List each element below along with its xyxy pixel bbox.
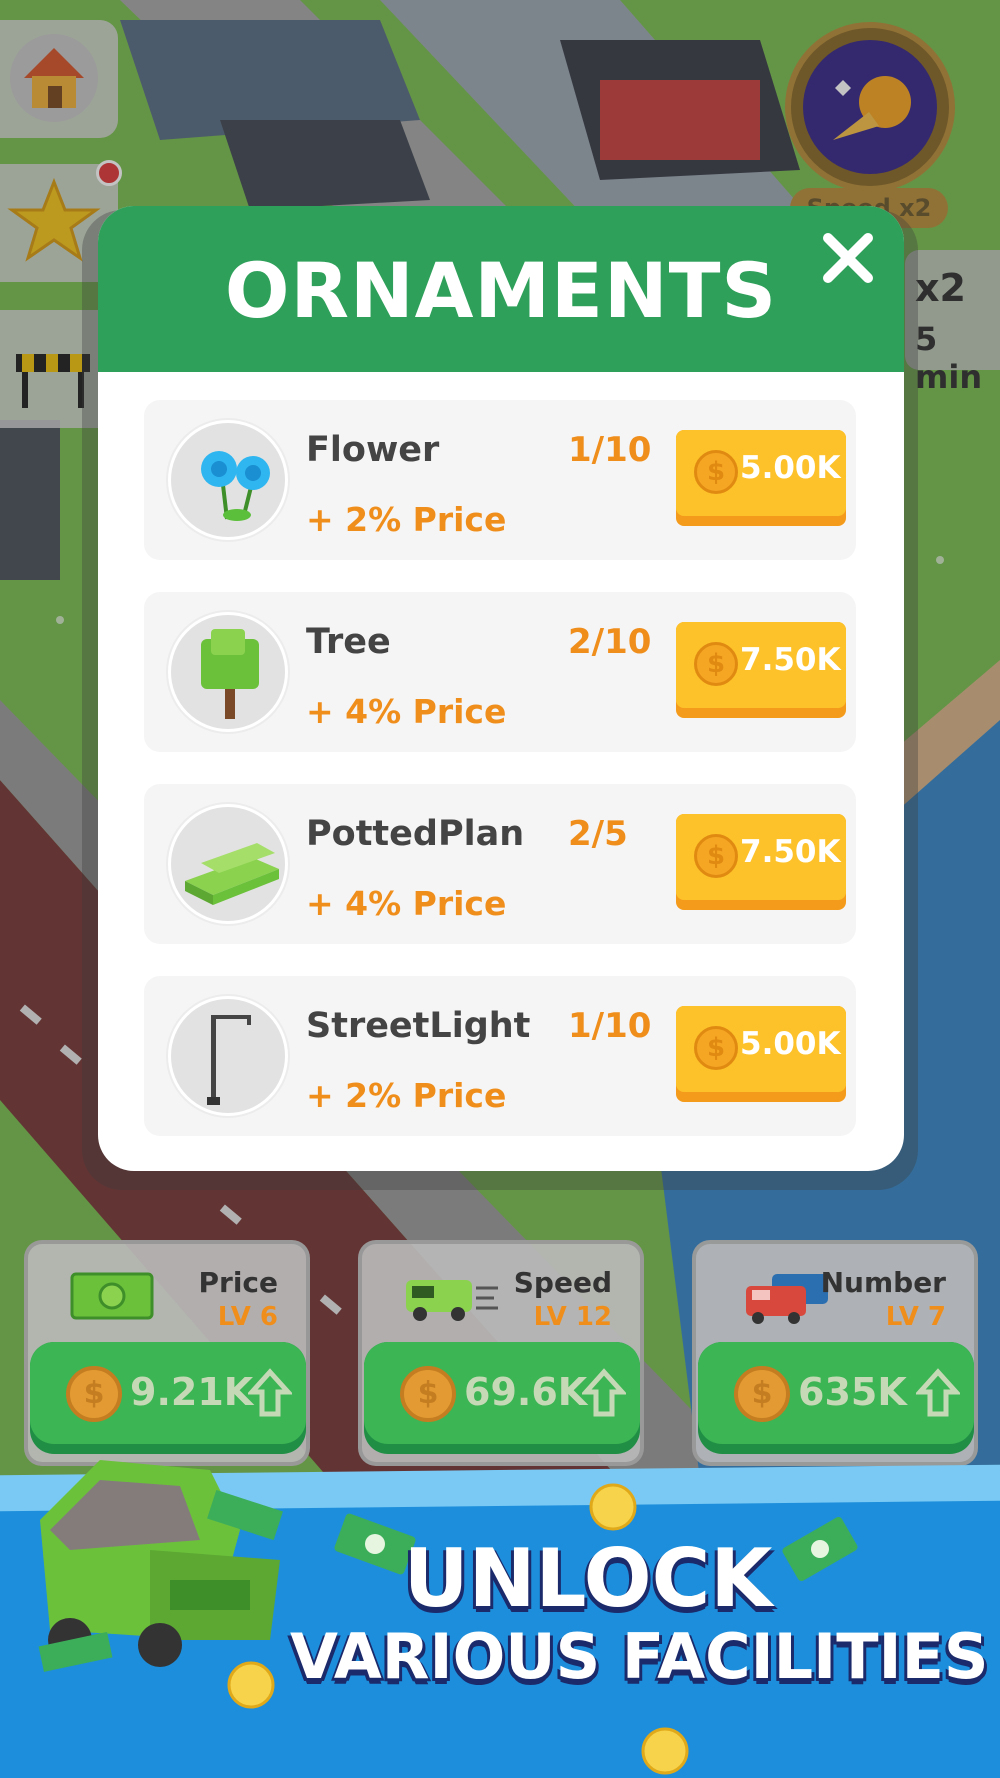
- ornament-row-flower: Flower 1/10 + 2% Price $ 5.00K: [144, 400, 856, 560]
- item-level: 2/5: [568, 814, 628, 854]
- arrow-up-icon: [916, 1368, 960, 1417]
- coin-icon: [227, 1661, 275, 1709]
- item-name: StreetLight: [306, 1006, 531, 1046]
- buy-cost: 5.00K: [740, 1026, 841, 1062]
- promo-subheadline: VARIOUS FACILITIES: [290, 1620, 989, 1693]
- item-bonus: + 2% Price: [306, 1076, 507, 1115]
- buy-cost: 7.50K: [740, 642, 841, 678]
- item-level: 1/10: [568, 430, 652, 470]
- street-light-icon: [168, 996, 288, 1116]
- upgrade-panel-number: Number LV 7 $ 635K: [692, 1240, 978, 1466]
- upgrade-speed-button[interactable]: $ 69.6K: [364, 1342, 640, 1454]
- buy-button-face: $ 5.00K: [676, 430, 846, 516]
- item-level: 2/10: [568, 622, 652, 662]
- coin-icon: [589, 1483, 637, 1531]
- upgrade-level: LV 12: [533, 1302, 612, 1332]
- upgrade-title: Number: [820, 1266, 946, 1299]
- ornament-row-pottedplan: PottedPlan 2/5 + 4% Price $ 7.50K: [144, 784, 856, 944]
- item-bonus: + 4% Price: [306, 884, 507, 923]
- coin-icon: $: [694, 834, 738, 878]
- cash-icon: [70, 1272, 154, 1320]
- item-level: 1/10: [568, 1006, 652, 1046]
- coin-icon: [641, 1727, 689, 1775]
- upgrade-title: Price: [198, 1266, 278, 1299]
- close-icon: [823, 233, 873, 283]
- buy-button[interactable]: $ 7.50K: [676, 814, 846, 910]
- buy-button-face: $ 7.50K: [676, 622, 846, 708]
- item-name: Tree: [306, 622, 391, 662]
- buy-button-face: $ 7.50K: [676, 814, 846, 900]
- upgrade-cost: 69.6K: [464, 1370, 588, 1414]
- upgrade-cost: 9.21K: [130, 1370, 254, 1414]
- buy-button-face: $ 5.00K: [676, 1006, 846, 1092]
- fast-van-icon: [406, 1280, 498, 1321]
- upgrade-panel-speed: Speed LV 12 $ 69.6K: [358, 1240, 644, 1466]
- upgrade-cost: 635K: [798, 1370, 907, 1414]
- ornaments-dialog: ORNAMENTS Flower 1/10 + 2% Price $ 5.00K…: [98, 206, 904, 1171]
- flower-icon: [168, 420, 288, 540]
- ornament-row-streetlight: StreetLight 1/10 + 2% Price $ 5.00K: [144, 976, 856, 1136]
- arrow-up-icon: [582, 1368, 626, 1417]
- item-bonus: + 2% Price: [306, 500, 507, 539]
- upgrade-level: LV 6: [217, 1302, 278, 1332]
- buy-button[interactable]: $ 5.00K: [676, 1006, 846, 1102]
- coin-icon: $: [400, 1366, 456, 1422]
- dialog-header: ORNAMENTS: [98, 206, 904, 372]
- coin-icon: $: [694, 450, 738, 494]
- item-name: Flower: [306, 430, 440, 470]
- upgrade-button-face: $ 69.6K: [364, 1342, 640, 1444]
- buy-cost: 5.00K: [740, 450, 841, 486]
- coin-icon: $: [694, 642, 738, 686]
- arrow-up-icon: [248, 1368, 292, 1417]
- buy-button[interactable]: $ 7.50K: [676, 622, 846, 718]
- upgrade-title: Speed: [513, 1266, 612, 1299]
- coin-icon: $: [66, 1366, 122, 1422]
- upgrade-button-face: $ 635K: [698, 1342, 974, 1444]
- coin-icon: $: [734, 1366, 790, 1422]
- buy-cost: 7.50K: [740, 834, 841, 870]
- ornament-row-tree: Tree 2/10 + 4% Price $ 7.50K: [144, 592, 856, 752]
- hedge-icon: [168, 804, 288, 924]
- dialog-title: ORNAMENTS: [224, 246, 778, 335]
- vehicles-icon: [746, 1274, 828, 1324]
- tree-icon: [168, 612, 288, 732]
- close-button[interactable]: [818, 228, 878, 288]
- item-bonus: + 4% Price: [306, 692, 507, 731]
- coin-icon: $: [694, 1026, 738, 1070]
- upgrade-level: LV 7: [885, 1302, 946, 1332]
- upgrade-button-face: $ 9.21K: [30, 1342, 306, 1444]
- buy-button[interactable]: $ 5.00K: [676, 430, 846, 526]
- promo-headline: UNLOCK: [403, 1532, 773, 1625]
- upgrade-price-button[interactable]: $ 9.21K: [30, 1342, 306, 1454]
- upgrade-panel-price: Price LV 6 $ 9.21K: [24, 1240, 310, 1466]
- upgrade-number-button[interactable]: $ 635K: [698, 1342, 974, 1454]
- item-name: PottedPlan: [306, 814, 525, 854]
